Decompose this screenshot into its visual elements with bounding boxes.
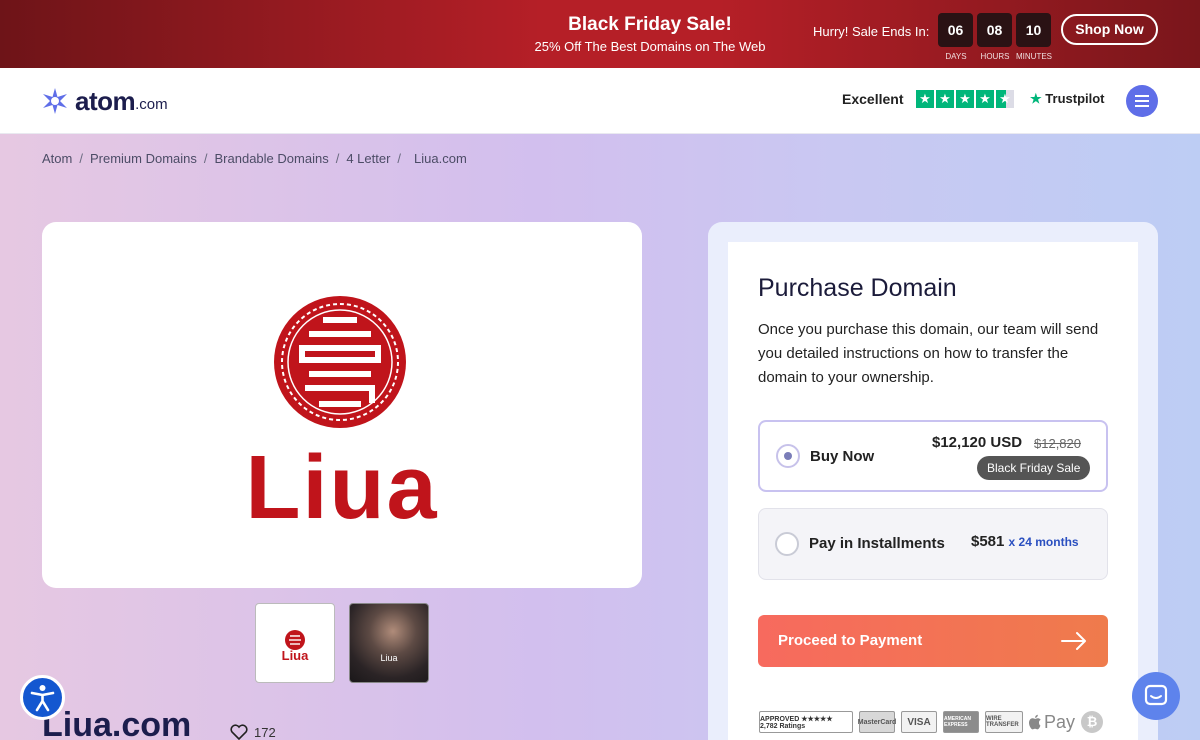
mastercard-icon: MasterCard: [858, 711, 896, 733]
countdown-days: 06: [938, 13, 973, 47]
sale-badge: Black Friday Sale: [977, 456, 1091, 480]
logo-preview: Liua: [42, 222, 642, 588]
breadcrumb-brandable-domains[interactable]: Brandable Domains: [215, 151, 329, 166]
apple-pay-icon: Pay: [1029, 712, 1075, 733]
installments-radio[interactable]: [775, 532, 799, 556]
menu-button[interactable]: [1126, 85, 1158, 117]
promo-banner: Black Friday Sale! 25% Off The Best Doma…: [0, 0, 1200, 68]
half-star-icon: ★: [996, 90, 1014, 108]
breadcrumb-separator: /: [203, 151, 208, 166]
breadcrumb-4-letter[interactable]: 4 Letter: [346, 151, 390, 166]
breadcrumb-premium-domains[interactable]: Premium Domains: [90, 151, 197, 166]
installments-option[interactable]: Pay in Installments $581 x 24 months: [758, 508, 1108, 580]
wire-transfer-icon: WIRE TRANSFER: [985, 711, 1023, 733]
buy-now-price: $12,120 USD: [932, 434, 1023, 451]
installments-label: Pay in Installments: [809, 535, 945, 552]
breadcrumb: Atom / Premium Domains / Brandable Domai…: [42, 151, 467, 166]
domain-title: Liua.com: [42, 706, 192, 740]
amex-icon: AMERICAN EXPRESS: [943, 711, 979, 733]
apple-logo-icon: [1029, 714, 1041, 730]
promo-subtitle: 25% Off The Best Domains on The Web: [534, 39, 766, 54]
thumbnail-logo-label: Liua: [281, 648, 309, 663]
arrow-right-icon: [1061, 632, 1086, 650]
heart-icon: [230, 724, 248, 740]
purchase-title: Purchase Domain: [758, 274, 957, 302]
thumbnail-logo[interactable]: Liua: [255, 603, 335, 683]
proceed-to-payment-button[interactable]: Proceed to Payment: [758, 615, 1108, 667]
buy-now-label: Buy Now: [810, 448, 875, 465]
countdown-hours: 08: [977, 13, 1012, 47]
star-icon: ★: [936, 90, 954, 108]
rating-text: Excellent: [842, 91, 904, 107]
thumbnail-photo[interactable]: Liua: [349, 603, 429, 683]
breadcrumb-separator: /: [397, 151, 402, 166]
trustpilot-star-icon: ★: [1030, 91, 1042, 106]
buy-now-old-price: $12,820: [1034, 436, 1081, 451]
chat-icon: [1144, 684, 1168, 706]
hamburger-line: [1135, 100, 1149, 102]
chat-button[interactable]: [1132, 672, 1180, 720]
site-header: atom .com Excellent ★ ★ ★ ★ ★ ★ Trustpil…: [0, 68, 1200, 134]
installments-price: $581: [971, 533, 1005, 550]
buy-now-radio[interactable]: [776, 444, 800, 468]
installments-term: x 24 months: [1008, 535, 1079, 549]
bitcoin-icon: ₿: [1081, 711, 1104, 733]
breadcrumb-current: Liua.com: [414, 151, 467, 166]
trustpilot-label: Trustpilot: [1045, 91, 1105, 106]
thumbnail-photo-label: Liua: [380, 653, 398, 663]
like-count: 172: [254, 724, 276, 740]
purchase-card: Purchase Domain Once you purchase this d…: [728, 242, 1138, 740]
trustpilot-link[interactable]: ★ Trustpilot: [1030, 91, 1105, 107]
accessibility-icon: [30, 685, 55, 712]
logo-suffix: .com: [135, 96, 168, 113]
visa-icon: VISA: [901, 711, 937, 733]
breadcrumb-separator: /: [79, 151, 83, 166]
purchase-description: Once you purchase this domain, our team …: [758, 321, 1099, 386]
breadcrumb-atom[interactable]: Atom: [42, 151, 72, 166]
hamburger-line: [1135, 95, 1149, 97]
installments-price-wrap: $581 x 24 months: [971, 533, 1079, 550]
countdown-minutes: 10: [1016, 13, 1051, 47]
atom-logo[interactable]: atom .com: [41, 86, 168, 116]
like-button[interactable]: 172: [230, 724, 276, 740]
accessibility-button[interactable]: [20, 675, 65, 720]
payment-methods: APPROVED ★★★★★ 2,782 Ratings MasterCard …: [759, 711, 1104, 733]
rating-stars: ★ ★ ★ ★ ★: [916, 90, 1014, 108]
breadcrumb-separator: /: [335, 151, 340, 166]
logo-name: atom: [75, 85, 136, 116]
proceed-label: Proceed to Payment: [778, 632, 923, 649]
star-icon: ★: [956, 90, 974, 108]
approved-ratings-icon: APPROVED ★★★★★ 2,782 Ratings: [759, 711, 853, 733]
shop-now-button[interactable]: Shop Now: [1061, 14, 1158, 45]
apple-pay-label: Pay: [1044, 711, 1076, 732]
countdown-days-label: DAYS: [945, 52, 967, 61]
buy-now-option[interactable]: Buy Now $12,120 USD $12,820 Black Friday…: [758, 420, 1108, 492]
star-icon: ★: [976, 90, 994, 108]
atom-star-icon: [43, 88, 67, 114]
hamburger-line: [1135, 105, 1149, 107]
main-content: Atom / Premium Domains / Brandable Domai…: [0, 134, 1200, 740]
promo-hurry-text: Hurry! Sale Ends In:: [813, 24, 930, 39]
countdown-hours-label: HOURS: [980, 52, 1010, 61]
star-icon: ★: [916, 90, 934, 108]
brand-wordmark: Liua: [245, 438, 439, 538]
countdown-minutes-label: MINUTES: [1016, 52, 1052, 61]
